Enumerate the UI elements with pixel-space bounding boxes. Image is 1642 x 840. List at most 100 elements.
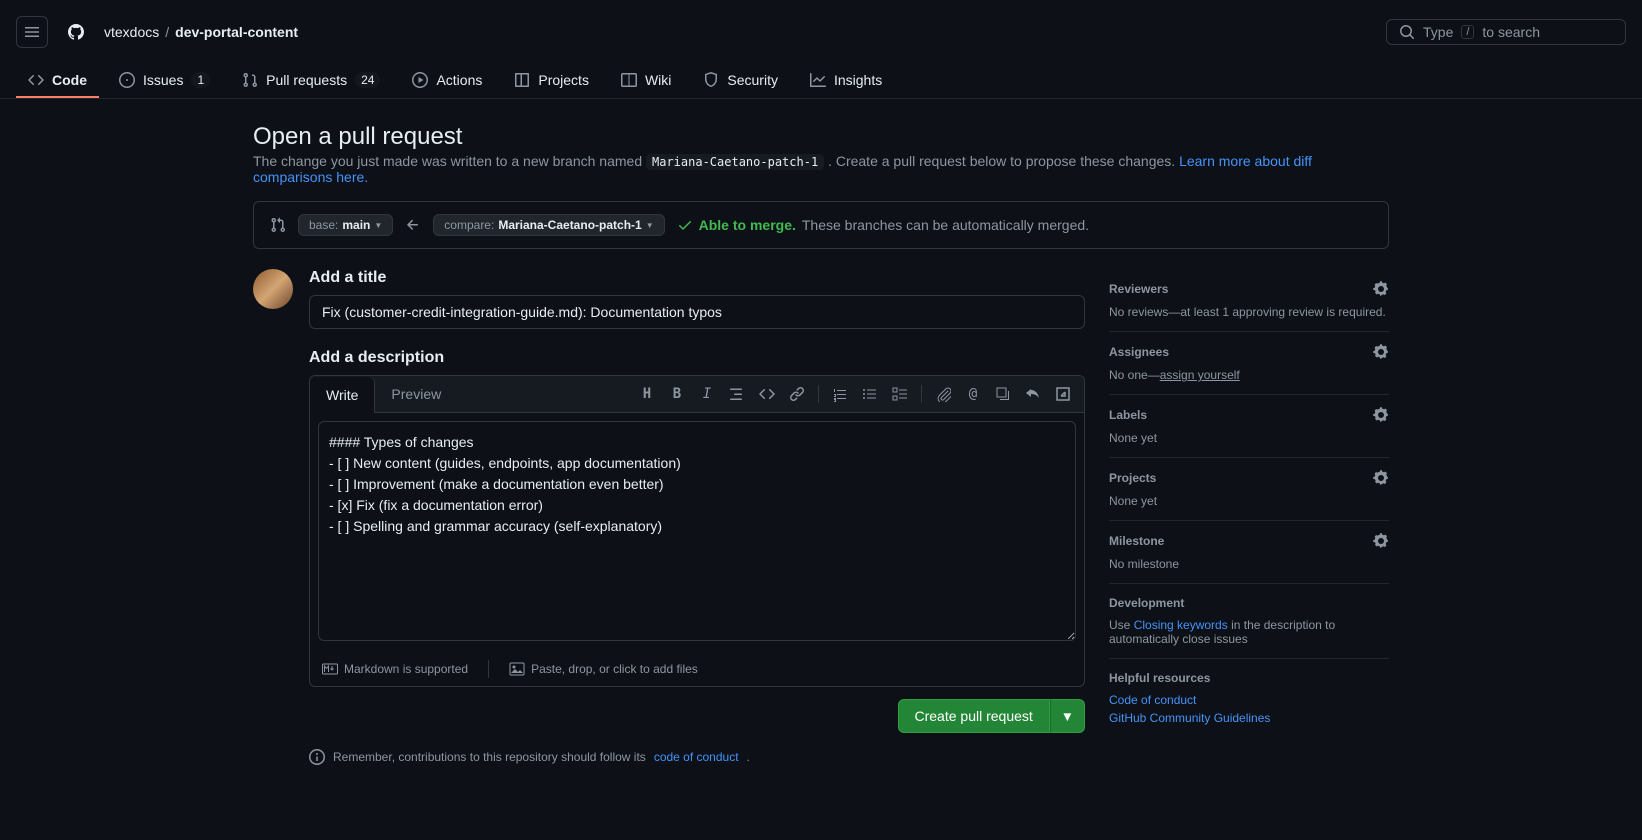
gear-icon[interactable]	[1373, 533, 1389, 549]
submit-row: Create pull request ▼	[309, 699, 1085, 733]
contribution-note: Remember, contributions to this reposito…	[309, 749, 1085, 765]
create-pr-dropdown[interactable]: ▼	[1050, 699, 1085, 733]
gear-icon[interactable]	[1373, 407, 1389, 423]
pr-title-input[interactable]	[309, 295, 1085, 329]
editor-tabs: Write Preview H B I	[310, 376, 1084, 413]
code-button[interactable]	[754, 381, 780, 407]
breadcrumb-repo[interactable]: dev-portal-content	[175, 24, 298, 40]
assignees-pre: No one—	[1109, 368, 1160, 382]
sidebar-labels: Labels None yet	[1109, 395, 1389, 458]
milestone-title: Milestone	[1109, 534, 1164, 548]
gear-icon[interactable]	[1373, 281, 1389, 297]
breadcrumb-separator: /	[165, 24, 169, 40]
avatar[interactable]	[253, 269, 293, 309]
quote-button[interactable]	[724, 381, 750, 407]
nav-actions[interactable]: Actions	[400, 64, 494, 98]
chevron-down-icon: ▼	[646, 221, 654, 230]
bold-button[interactable]: B	[664, 381, 690, 407]
tab-preview[interactable]: Preview	[375, 376, 457, 412]
contrib-post: .	[747, 750, 750, 764]
nav-projects[interactable]: Projects	[502, 64, 601, 98]
graph-icon	[810, 72, 826, 88]
able-to-merge-rest: These branches can be automatically merg…	[802, 217, 1089, 233]
reply-button[interactable]	[1020, 381, 1046, 407]
able-to-merge-label: Able to merge.	[699, 217, 796, 233]
ordered-list-button[interactable]	[827, 381, 853, 407]
github-logo[interactable]	[60, 16, 92, 48]
pr-body-textarea[interactable]	[318, 421, 1076, 641]
contrib-pre: Remember, contributions to this reposito…	[333, 750, 646, 764]
unordered-list-button[interactable]	[857, 381, 883, 407]
dev-pre: Use	[1109, 618, 1134, 632]
page-title: Open a pull request	[253, 123, 1389, 151]
mention-button[interactable]: @	[960, 381, 986, 407]
markdown-supported[interactable]: Markdown is supported	[322, 661, 468, 677]
reviewers-body: No reviews—at least 1 approving review i…	[1109, 305, 1389, 319]
sidebar-reviewers: Reviewers No reviews—at least 1 approvin…	[1109, 269, 1389, 332]
guidelines-link[interactable]: GitHub Community Guidelines	[1109, 711, 1389, 725]
nav-pulls-count: 24	[355, 72, 380, 88]
closing-keywords-link[interactable]: Closing keywords	[1134, 618, 1228, 632]
nav-wiki[interactable]: Wiki	[609, 64, 683, 98]
link-button[interactable]	[784, 381, 810, 407]
projects-title: Projects	[1109, 471, 1156, 485]
merge-status: Able to merge. These branches can be aut…	[677, 217, 1089, 233]
assign-yourself-link[interactable]: assign yourself	[1160, 368, 1240, 382]
nav-actions-label: Actions	[436, 72, 482, 88]
subtitle-pre: The change you just made was written to …	[253, 153, 646, 169]
branch-compare-bar: base: main ▼ compare: Mariana-Caetano-pa…	[253, 201, 1389, 249]
title-label: Add a title	[309, 269, 1085, 287]
sidebar: Reviewers No reviews—at least 1 approvin…	[1109, 269, 1389, 765]
description-label: Add a description	[309, 349, 1085, 367]
editor-footer: Markdown is supported Paste, drop, or cl…	[310, 652, 1084, 686]
search-placeholder-post: to search	[1482, 24, 1540, 40]
compare-branch-selector[interactable]: compare: Mariana-Caetano-patch-1 ▼	[433, 214, 664, 236]
base-label: base:	[309, 218, 338, 232]
projects-icon	[514, 72, 530, 88]
breadcrumb: vtexdocs / dev-portal-content	[104, 24, 298, 40]
compare-label: compare:	[444, 218, 494, 232]
expand-button[interactable]	[1050, 381, 1076, 407]
coc-link[interactable]: Code of conduct	[1109, 693, 1389, 707]
check-icon	[677, 217, 693, 233]
labels-body: None yet	[1109, 431, 1389, 445]
paste-note-label: Paste, drop, or click to add files	[531, 662, 698, 676]
nav-issues[interactable]: Issues 1	[107, 64, 222, 98]
sidebar-development: Development Use Closing keywords in the …	[1109, 584, 1389, 659]
paste-drop-files[interactable]: Paste, drop, or click to add files	[509, 661, 698, 677]
projects-body: None yet	[1109, 494, 1389, 508]
create-pr-button[interactable]: Create pull request	[898, 699, 1050, 733]
compare-value: Mariana-Caetano-patch-1	[498, 218, 641, 232]
search-input[interactable]: Type / to search	[1386, 19, 1626, 45]
italic-button[interactable]: I	[694, 381, 720, 407]
pr-icon	[242, 72, 258, 88]
breadcrumb-owner[interactable]: vtexdocs	[104, 24, 159, 40]
heading-button[interactable]: H	[634, 381, 660, 407]
editor-toolbar: H B I @	[634, 381, 1084, 407]
code-of-conduct-link[interactable]: code of conduct	[654, 750, 739, 764]
nav-insights[interactable]: Insights	[798, 64, 894, 98]
chevron-down-icon: ▼	[374, 221, 382, 230]
nav-projects-label: Projects	[538, 72, 589, 88]
reviewers-title: Reviewers	[1109, 282, 1168, 296]
sidebar-assignees: Assignees No one—assign yourself	[1109, 332, 1389, 395]
hamburger-menu[interactable]	[16, 16, 48, 48]
nav-code[interactable]: Code	[16, 64, 99, 98]
search-placeholder-pre: Type	[1423, 24, 1453, 40]
repo-nav: Code Issues 1 Pull requests 24 Actions P…	[0, 64, 1642, 99]
sidebar-milestone: Milestone No milestone	[1109, 521, 1389, 584]
nav-wiki-label: Wiki	[645, 72, 671, 88]
editor-box: Write Preview H B I	[309, 375, 1085, 687]
markdown-note-label: Markdown is supported	[344, 662, 468, 676]
task-list-button[interactable]	[887, 381, 913, 407]
gear-icon[interactable]	[1373, 470, 1389, 486]
reference-button[interactable]	[990, 381, 1016, 407]
sidebar-projects: Projects None yet	[1109, 458, 1389, 521]
base-branch-selector[interactable]: base: main ▼	[298, 214, 393, 236]
nav-security[interactable]: Security	[691, 64, 790, 98]
actions-icon	[412, 72, 428, 88]
tab-write[interactable]: Write	[310, 377, 375, 413]
attach-button[interactable]	[930, 381, 956, 407]
nav-pull-requests[interactable]: Pull requests 24	[230, 64, 392, 98]
gear-icon[interactable]	[1373, 344, 1389, 360]
